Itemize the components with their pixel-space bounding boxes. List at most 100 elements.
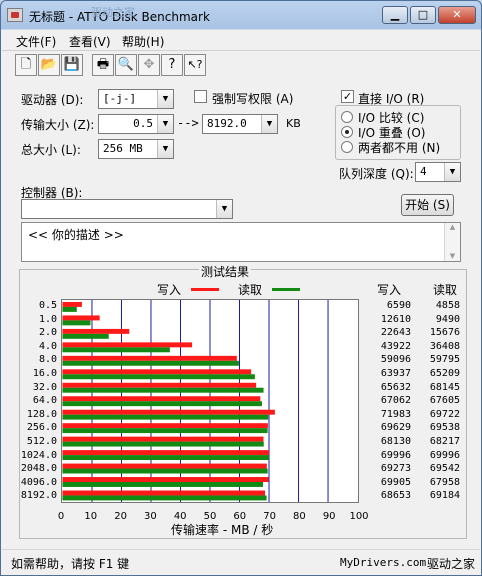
- app-window: 无标题 - ATTO Disk Benchmark 驱动之家 ▁ □ ✕ 文件(…: [0, 0, 482, 576]
- maximize-button[interactable]: □: [410, 6, 436, 24]
- read-bar: [62, 306, 77, 312]
- read-bar: [62, 374, 255, 380]
- write-value: 69273: [380, 463, 411, 475]
- write-value: 69905: [380, 476, 411, 488]
- y-tick-label: 16.0: [32, 368, 57, 379]
- read-bar: [62, 387, 264, 393]
- x-tick-label: 100: [349, 511, 369, 522]
- menu-view[interactable]: 查看(V): [69, 33, 111, 50]
- read-bar: [62, 455, 270, 461]
- write-bar: [62, 382, 257, 388]
- menu-help[interactable]: 帮助(H): [122, 33, 164, 50]
- read-bar: [62, 428, 268, 434]
- title-bar[interactable]: 无标题 - ATTO Disk Benchmark 驱动之家 ▁ □ ✕: [1, 1, 481, 29]
- force-write-label: 强制写权限 (A): [212, 92, 294, 106]
- start-button[interactable]: 开始 (S): [401, 194, 454, 216]
- controller-select[interactable]: ▼: [21, 199, 233, 219]
- chevron-down-icon[interactable]: ▼: [444, 163, 460, 181]
- transfer-arrow: -->: [177, 116, 199, 130]
- x-tick-label: 80: [293, 511, 306, 522]
- force-write-checkbox[interactable]: [194, 90, 207, 103]
- chevron-down-icon[interactable]: ▼: [216, 200, 232, 218]
- io-neither-radio[interactable]: [341, 141, 353, 153]
- minimize-button[interactable]: ▁: [382, 6, 408, 24]
- write-value: 69996: [380, 449, 411, 461]
- write-value: 65632: [380, 381, 411, 393]
- write-bar: [62, 328, 130, 334]
- read-value: 69538: [429, 422, 460, 434]
- chevron-down-icon[interactable]: ▼: [157, 115, 173, 133]
- legend-read-label: 读取: [238, 283, 263, 297]
- write-bar: [62, 355, 237, 361]
- read-bar: [62, 320, 91, 326]
- menu-file[interactable]: 文件(F): [16, 33, 56, 50]
- y-tick-label: 1.0: [38, 313, 57, 325]
- read-value: 36408: [429, 340, 460, 352]
- write-value: 69629: [380, 422, 411, 434]
- read-value: 69996: [429, 449, 460, 461]
- transfer-unit: KB: [286, 117, 301, 130]
- description-scrollbar[interactable]: ▲ ▼: [444, 223, 460, 261]
- read-value: 67605: [429, 395, 460, 407]
- scroll-up-icon[interactable]: ▲: [445, 223, 460, 231]
- queue-depth-value: 4: [420, 165, 427, 178]
- scroll-down-icon[interactable]: ▼: [445, 252, 460, 260]
- write-value: 22643: [380, 327, 411, 339]
- read-bar: [62, 401, 262, 407]
- chevron-down-icon[interactable]: ▼: [157, 140, 173, 158]
- y-tick-label: 2048.0: [20, 463, 57, 475]
- direct-io-checkbox[interactable]: ✓: [341, 90, 354, 103]
- x-tick-label: 20: [114, 511, 127, 522]
- transfer-from-select[interactable]: 0.5 ▼: [98, 114, 174, 134]
- write-value: 63937: [380, 368, 411, 379]
- io-neither-label: 两者都不用 (N): [358, 141, 441, 155]
- status-brand-cn: 驱动之家: [427, 557, 476, 571]
- status-brand: MyDrivers.com: [340, 556, 427, 569]
- print-icon[interactable]: 🖶: [92, 54, 114, 76]
- new-file-icon[interactable]: 🗋: [15, 54, 37, 76]
- save-icon[interactable]: 💾: [61, 54, 83, 76]
- chevron-down-icon[interactable]: ▼: [157, 90, 173, 108]
- queue-depth-label: 队列深度 (Q):: [339, 167, 414, 181]
- description-textarea[interactable]: << 你的描述 >> ▲ ▼: [21, 222, 461, 262]
- x-tick-label: 90: [322, 511, 336, 522]
- y-tick-label: 1024.0: [20, 449, 57, 461]
- status-help-text: 如需帮助，请按 F1 键: [11, 557, 130, 571]
- read-value: 65209: [429, 368, 460, 379]
- print-preview-icon[interactable]: 🔍: [115, 54, 137, 76]
- write-value: 12610: [380, 313, 411, 325]
- transfer-from-value: 0.5: [133, 117, 153, 130]
- drive-select[interactable]: [-j-] ▼: [98, 89, 174, 109]
- read-bar: [62, 333, 109, 339]
- legend-write-swatch: [191, 288, 219, 291]
- io-overlap-radio[interactable]: [341, 126, 353, 138]
- read-bar: [62, 495, 267, 501]
- total-size-value: 256 MB: [103, 142, 143, 155]
- write-value: 68653: [380, 490, 411, 502]
- y-tick-label: 4096.0: [20, 476, 57, 488]
- io-compare-radio[interactable]: [341, 111, 353, 123]
- read-value: 67958: [429, 476, 460, 488]
- write-bar: [62, 423, 268, 429]
- write-bar: [62, 490, 266, 496]
- context-help-icon[interactable]: ↖?: [184, 54, 206, 76]
- write-bar: [62, 450, 270, 456]
- close-button[interactable]: ✕: [438, 6, 476, 24]
- y-tick-label: 256.0: [26, 422, 57, 434]
- read-value: 59795: [429, 354, 460, 366]
- read-value: 9490: [435, 313, 460, 325]
- help-icon[interactable]: ?: [161, 54, 183, 76]
- write-bar: [62, 409, 275, 415]
- benchmark-chart: [61, 299, 359, 503]
- transfer-to-select[interactable]: 8192.0 ▼: [202, 114, 278, 134]
- x-tick-label: 0: [57, 511, 65, 522]
- chevron-down-icon[interactable]: ▼: [261, 115, 277, 133]
- move-icon[interactable]: ✥: [138, 54, 160, 76]
- open-folder-icon[interactable]: 📂: [38, 54, 60, 76]
- read-value: 69722: [429, 408, 460, 420]
- write-value: 6590: [386, 300, 411, 311]
- total-size-select[interactable]: 256 MB ▼: [98, 139, 174, 159]
- drive-label: 驱动器 (D):: [21, 93, 84, 107]
- column-write-header: 写入: [377, 283, 402, 297]
- queue-depth-select[interactable]: 4 ▼: [415, 162, 461, 182]
